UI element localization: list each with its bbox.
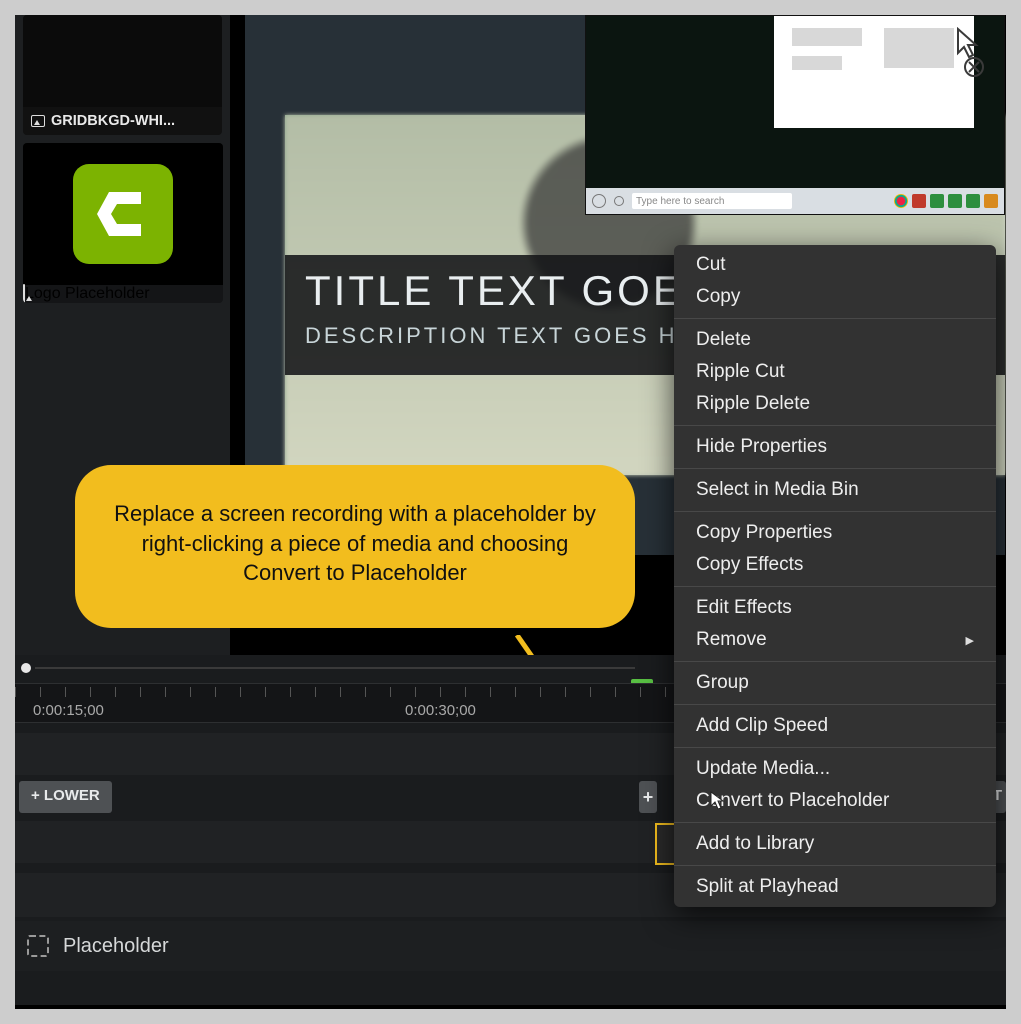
camtasia-logo-icon	[73, 164, 173, 264]
menu-separator	[674, 511, 996, 512]
menu-item-label: Copy Effects	[696, 554, 803, 576]
menu-item-ripple-cut[interactable]: Ripple Cut	[674, 356, 996, 388]
menu-item-remove[interactable]: Remove	[674, 624, 996, 656]
context-menu: Cut Copy Delete Ripple Cut Ripple Delete Hide…	[674, 245, 996, 907]
menu-item-label: Edit Effects	[696, 597, 792, 619]
tutorial-callout: Replace a screen recording with a placeh…	[75, 465, 635, 628]
menu-item-label: Ripple Delete	[696, 393, 810, 415]
app-frame: GRIDBKGD-WHI... Logo Placeholder TITLE T…	[15, 15, 1006, 1009]
menu-item-hide-properties[interactable]: Hide Properties	[674, 431, 996, 463]
menu-separator	[674, 586, 996, 587]
menu-separator	[674, 704, 996, 705]
placeholder-track-label: Placeholder	[63, 935, 169, 958]
menu-item-split-at-playhead[interactable]: Split at Playhead	[674, 871, 996, 903]
taskbar-app-icon	[966, 194, 980, 208]
clip-plus[interactable]: +	[639, 781, 657, 813]
taskbar-app-icon	[984, 194, 998, 208]
menu-item-ripple-delete[interactable]: Ripple Delete	[674, 388, 996, 420]
menu-item-label: Split at Playhead	[696, 876, 839, 898]
menu-item-copy-properties[interactable]: Copy Properties	[674, 517, 996, 549]
menu-item-copy[interactable]: Copy	[674, 281, 996, 313]
image-icon	[23, 284, 25, 303]
taskbar-search: Type here to search	[632, 193, 792, 209]
menu-item-select-in-media-bin[interactable]: Select in Media Bin	[674, 474, 996, 506]
menu-separator	[674, 468, 996, 469]
menu-item-label: Ripple Cut	[696, 361, 785, 383]
menu-separator	[674, 822, 996, 823]
menu-item-label: Update Media...	[696, 758, 830, 780]
taskbar-app-icon	[912, 194, 926, 208]
menu-item-label: Group	[696, 672, 749, 694]
menu-item-label: Copy	[696, 286, 740, 308]
media-thumb-label: GRIDBKGD-WHI...	[51, 113, 175, 129]
media-thumb-gridbkgd[interactable]: GRIDBKGD-WHI...	[23, 15, 222, 135]
menu-item-label: Remove	[696, 629, 767, 651]
menu-item-group[interactable]: Group	[674, 667, 996, 699]
menu-item-delete[interactable]: Delete	[674, 324, 996, 356]
menu-item-add-to-library[interactable]: Add to Library	[674, 828, 996, 860]
menu-separator	[674, 865, 996, 866]
menu-separator	[674, 661, 996, 662]
menu-item-label: Copy Properties	[696, 522, 832, 544]
embedded-screen-recording: Type here to search	[585, 15, 1005, 215]
preview-title-text: TITLE TEXT GOE	[305, 267, 684, 315]
taskbar-app-icon	[948, 194, 962, 208]
placeholder-track[interactable]: Placeholder	[15, 921, 1006, 971]
cortana-icon	[614, 196, 624, 206]
placeholder-icon	[27, 935, 49, 957]
menu-item-label: Cut	[696, 254, 726, 276]
start-menu-icon	[592, 194, 606, 208]
ruler-timestamp: 0:00:30;00	[405, 702, 476, 719]
taskbar-search-placeholder: Type here to search	[636, 196, 724, 207]
callout-text: Replace a screen recording with a placeh…	[114, 501, 596, 585]
ruler-timestamp: 0:00:15;00	[33, 702, 104, 719]
media-thumb-label: Logo Placeholder	[25, 285, 150, 302]
zoom-slider-track[interactable]	[35, 667, 635, 669]
close-button[interactable]	[954, 27, 994, 77]
menu-item-convert-to-placeholder[interactable]: Convert to Placeholder	[674, 785, 996, 817]
menu-item-update-media[interactable]: Update Media...	[674, 753, 996, 785]
taskbar-app-icon	[894, 194, 908, 208]
menu-item-copy-effects[interactable]: Copy Effects	[674, 549, 996, 581]
menu-item-edit-effects[interactable]: Edit Effects	[674, 592, 996, 624]
taskbar-app-icon	[930, 194, 944, 208]
cursor-icon	[709, 791, 727, 817]
media-thumb-logo[interactable]: Logo Placeholder	[23, 143, 223, 303]
menu-separator	[674, 425, 996, 426]
menu-item-cut[interactable]: Cut	[674, 249, 996, 281]
menu-item-add-clip-speed[interactable]: Add Clip Speed	[674, 710, 996, 742]
windows-taskbar: Type here to search	[586, 188, 1004, 214]
clip-lower[interactable]: + LOWER	[19, 781, 112, 813]
menu-item-label: Select in Media Bin	[696, 479, 859, 501]
image-icon	[31, 115, 45, 127]
menu-item-label: Add to Library	[696, 833, 814, 855]
menu-item-label: Delete	[696, 329, 751, 351]
menu-item-label: Hide Properties	[696, 436, 827, 458]
zoom-slider-handle[interactable]	[21, 663, 31, 673]
menu-separator	[674, 747, 996, 748]
menu-item-label: Add Clip Speed	[696, 715, 828, 737]
preview-description-text: DESCRIPTION TEXT GOES HE	[305, 323, 695, 349]
menu-separator	[674, 318, 996, 319]
